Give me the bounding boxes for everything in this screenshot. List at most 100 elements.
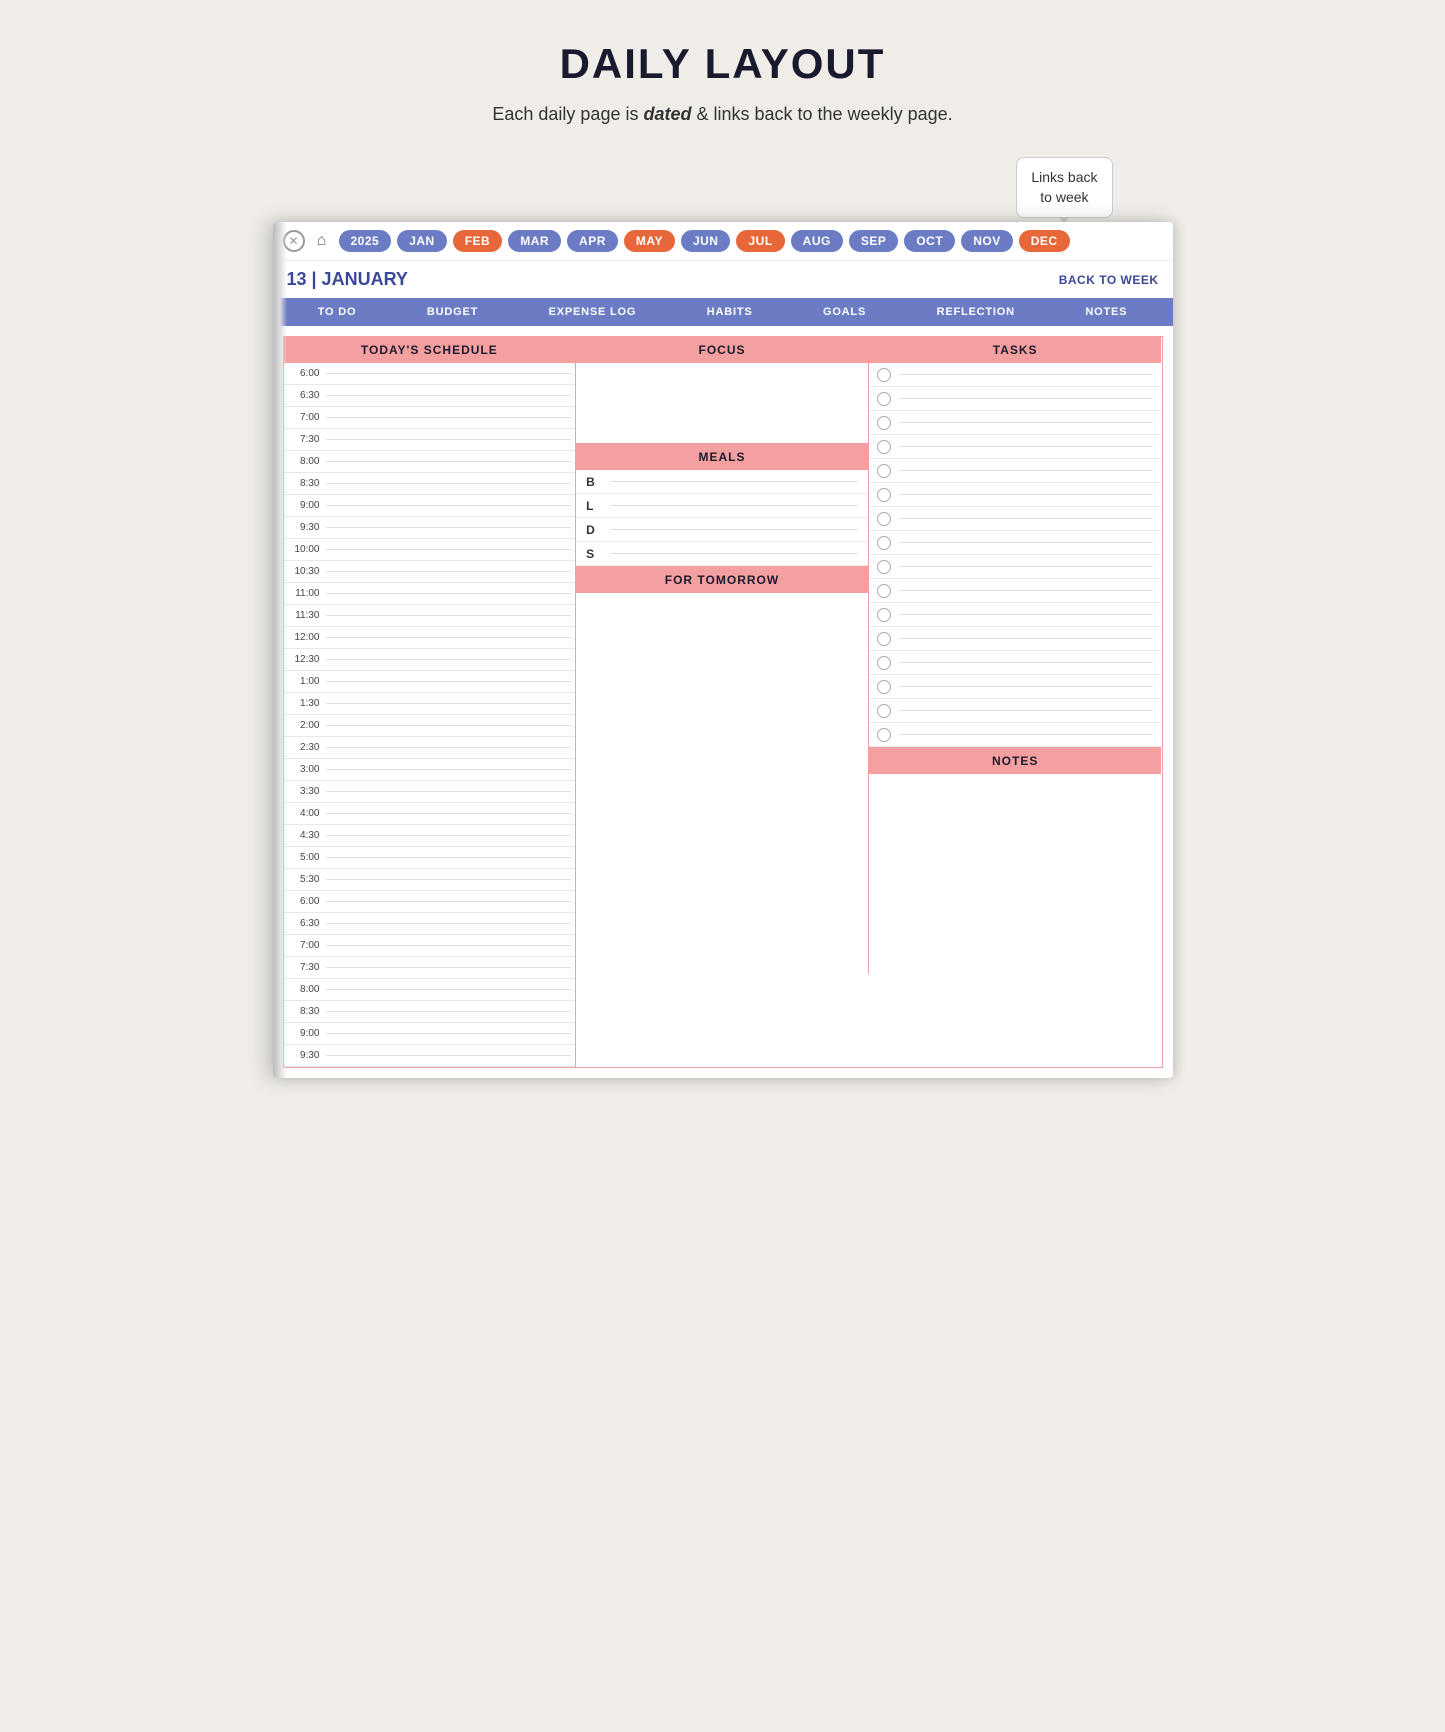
time-row[interactable]: 2:30	[284, 737, 576, 759]
task-row[interactable]	[869, 603, 1162, 627]
year-pill[interactable]: 2025	[339, 230, 392, 252]
task-checkbox[interactable]	[877, 368, 891, 382]
back-to-week-button[interactable]: BACK TO WEEK	[1059, 273, 1159, 287]
time-row[interactable]: 8:30	[284, 1001, 576, 1023]
time-row[interactable]: 10:30	[284, 561, 576, 583]
time-row[interactable]: 12:00	[284, 627, 576, 649]
for-tomorrow-content[interactable]	[576, 593, 868, 713]
time-row[interactable]: 5:30	[284, 869, 576, 891]
task-row[interactable]	[869, 699, 1162, 723]
notes-content[interactable]	[869, 774, 1162, 974]
time-row[interactable]: 7:30	[284, 957, 576, 979]
task-checkbox[interactable]	[877, 464, 891, 478]
meal-row[interactable]: L	[576, 494, 868, 518]
time-label: 9:00	[288, 500, 326, 511]
task-row[interactable]	[869, 675, 1162, 699]
task-row[interactable]	[869, 579, 1162, 603]
tab-reflection[interactable]: REFLECTION	[937, 306, 1015, 318]
time-row[interactable]: 11:30	[284, 605, 576, 627]
task-row[interactable]	[869, 507, 1162, 531]
month-sep[interactable]: SEP	[849, 230, 899, 252]
task-line	[899, 446, 1154, 447]
meal-row[interactable]: B	[576, 470, 868, 494]
task-checkbox[interactable]	[877, 584, 891, 598]
month-aug[interactable]: AUG	[791, 230, 843, 252]
month-may[interactable]: MAY	[624, 230, 675, 252]
task-checkbox[interactable]	[877, 488, 891, 502]
task-checkbox[interactable]	[877, 656, 891, 670]
task-checkbox[interactable]	[877, 632, 891, 646]
time-row[interactable]: 7:30	[284, 429, 576, 451]
task-row[interactable]	[869, 483, 1162, 507]
task-checkbox[interactable]	[877, 560, 891, 574]
time-row[interactable]: 4:30	[284, 825, 576, 847]
task-line	[899, 734, 1154, 735]
task-checkbox[interactable]	[877, 512, 891, 526]
tab-budget[interactable]: BUDGET	[427, 306, 478, 318]
task-checkbox[interactable]	[877, 440, 891, 454]
time-row[interactable]: 6:00	[284, 363, 576, 385]
meal-row[interactable]: D	[576, 518, 868, 542]
task-row[interactable]	[869, 411, 1162, 435]
task-line	[899, 566, 1154, 567]
time-row[interactable]: 7:00	[284, 407, 576, 429]
task-checkbox[interactable]	[877, 416, 891, 430]
focus-content[interactable]	[576, 363, 868, 443]
time-row[interactable]: 1:00	[284, 671, 576, 693]
task-row[interactable]	[869, 531, 1162, 555]
time-row[interactable]: 6:30	[284, 385, 576, 407]
task-rows	[869, 363, 1162, 747]
tab-todo[interactable]: TO DO	[318, 306, 357, 318]
month-nov[interactable]: NOV	[961, 230, 1013, 252]
time-row[interactable]: 8:30	[284, 473, 576, 495]
month-jan[interactable]: JAN	[397, 230, 447, 252]
time-line	[326, 901, 572, 902]
month-mar[interactable]: MAR	[508, 230, 561, 252]
tab-habits[interactable]: HABITS	[707, 306, 753, 318]
home-icon[interactable]: ⌂	[311, 230, 333, 252]
time-row[interactable]: 10:00	[284, 539, 576, 561]
time-row[interactable]: 3:30	[284, 781, 576, 803]
time-row[interactable]: 6:30	[284, 913, 576, 935]
task-checkbox[interactable]	[877, 728, 891, 742]
task-row[interactable]	[869, 459, 1162, 483]
time-row[interactable]: 3:00	[284, 759, 576, 781]
month-dec[interactable]: DEC	[1019, 230, 1070, 252]
time-row[interactable]: 8:00	[284, 451, 576, 473]
time-row[interactable]: 6:00	[284, 891, 576, 913]
task-row[interactable]	[869, 627, 1162, 651]
time-row[interactable]: 5:00	[284, 847, 576, 869]
task-row[interactable]	[869, 723, 1162, 747]
time-row[interactable]: 9:00	[284, 495, 576, 517]
month-jul[interactable]: JUL	[736, 230, 784, 252]
task-checkbox[interactable]	[877, 392, 891, 406]
time-row[interactable]: 2:00	[284, 715, 576, 737]
time-row[interactable]: 9:00	[284, 1023, 576, 1045]
meal-row[interactable]: S	[576, 542, 868, 566]
month-jun[interactable]: JUN	[681, 230, 731, 252]
task-row[interactable]	[869, 435, 1162, 459]
month-oct[interactable]: OCT	[904, 230, 955, 252]
time-row[interactable]: 12:30	[284, 649, 576, 671]
task-checkbox[interactable]	[877, 680, 891, 694]
time-row[interactable]: 11:00	[284, 583, 576, 605]
task-row[interactable]	[869, 555, 1162, 579]
month-apr[interactable]: APR	[567, 230, 618, 252]
task-checkbox[interactable]	[877, 536, 891, 550]
time-row[interactable]: 8:00	[284, 979, 576, 1001]
tab-goals[interactable]: GOALS	[823, 306, 866, 318]
tab-notes[interactable]: NOTES	[1085, 306, 1127, 318]
time-row[interactable]: 9:30	[284, 517, 576, 539]
task-checkbox[interactable]	[877, 608, 891, 622]
time-row[interactable]: 9:30	[284, 1045, 576, 1067]
task-row[interactable]	[869, 651, 1162, 675]
close-icon[interactable]: ✕	[283, 230, 305, 252]
task-checkbox[interactable]	[877, 704, 891, 718]
month-feb[interactable]: FEB	[453, 230, 503, 252]
time-row[interactable]: 1:30	[284, 693, 576, 715]
tab-expense-log[interactable]: EXPENSE LOG	[549, 306, 637, 318]
task-row[interactable]	[869, 387, 1162, 411]
time-row[interactable]: 7:00	[284, 935, 576, 957]
time-row[interactable]: 4:00	[284, 803, 576, 825]
task-row[interactable]	[869, 363, 1162, 387]
